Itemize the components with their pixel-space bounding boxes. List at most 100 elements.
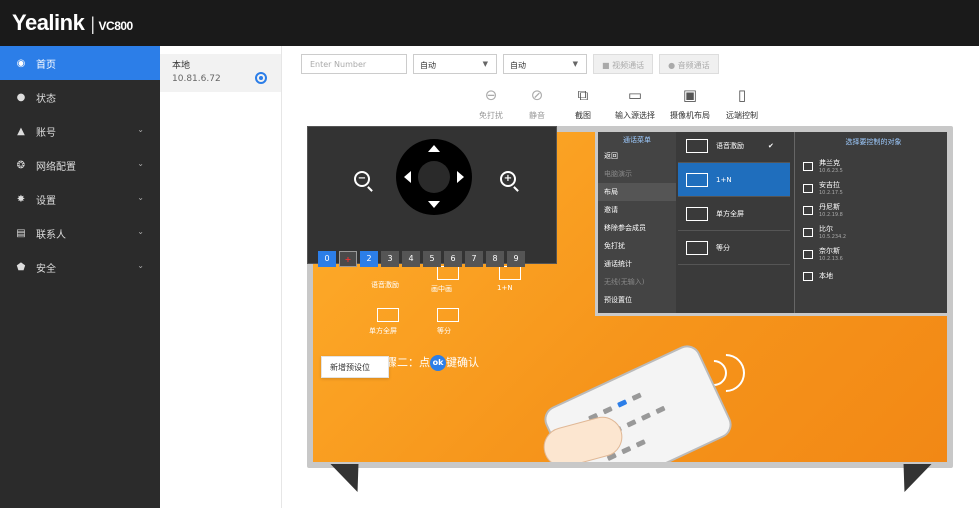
sidebar-item-label: 安全	[36, 263, 56, 275]
preset-button-5[interactable]: 5	[423, 251, 441, 267]
preset-button-0[interactable]: 0	[318, 251, 336, 267]
control-label: 截图	[575, 111, 591, 120]
sidebar-item-label: 联系人	[36, 229, 66, 241]
device-icon	[803, 183, 813, 193]
layout-item: 等分	[678, 231, 790, 265]
camera-target-icon[interactable]	[255, 72, 267, 84]
menu-item: 预设置位	[604, 296, 632, 304]
check-icon: ✔	[768, 141, 774, 150]
dnd-button[interactable]: ⊖ 免打扰	[469, 84, 513, 124]
yealink-logo: Yealink | VC800	[12, 10, 133, 35]
menu-item: 无线(无输入)	[604, 278, 645, 286]
illus-label: 单方全屏	[369, 327, 397, 335]
illus-label: 等分	[437, 327, 451, 335]
account-select[interactable]: 自动 ▼	[413, 54, 497, 74]
illus-label: 画中画	[431, 285, 452, 293]
control-label: 静音	[529, 111, 545, 120]
step-two-text: 步骤二：点 ok 键确认	[375, 355, 479, 371]
mic-icon: ●	[668, 61, 678, 70]
layout-1n-box	[499, 266, 521, 280]
sidebar-item-label: 账号	[36, 127, 56, 139]
preset-button-7[interactable]: 7	[465, 251, 483, 267]
device-ip: 10.81.6.72	[172, 74, 221, 84]
target-name: 弗兰克	[819, 159, 840, 167]
chevron-down-icon: ⌄	[137, 125, 144, 134]
preset-button-2[interactable]: 2	[360, 251, 378, 267]
device-panel: 本地 10.81.6.72	[160, 46, 282, 508]
layout-label: 单方全屏	[716, 209, 744, 218]
user-icon: ▲	[17, 125, 25, 137]
preset-button-3[interactable]: 3	[381, 251, 399, 267]
preset-button-9[interactable]: 9	[507, 251, 525, 267]
target-name: 本地	[819, 272, 833, 280]
network-icon: ❂	[16, 159, 26, 171]
layout-equal-box	[437, 308, 459, 322]
menu-item: 邀请	[604, 206, 618, 214]
zoom-out-icon[interactable]: −	[354, 171, 370, 187]
guide-illustration: 通话菜单 返回 电脑演示 布局 邀请 移除参会成员 免打扰 通话统计 无线(无输入) 预设置位 语…	[307, 126, 953, 496]
camera-layout-button[interactable]: ▣ 摄像机布局	[665, 84, 715, 124]
sidebar-item-5[interactable]: ▤ 联系人 ⌄	[0, 216, 160, 250]
layout-icon	[686, 172, 708, 187]
audio-call-button[interactable]: ● 音频通话	[659, 54, 719, 74]
video-call-button[interactable]: ■ 视频通话	[593, 54, 654, 74]
preset-button-8[interactable]: 8	[486, 251, 504, 267]
device-icon	[803, 271, 813, 281]
target-ip: 10.5.234.2	[819, 234, 847, 240]
pan-down-button[interactable]	[428, 201, 440, 208]
remote-control-icon: ▯	[737, 86, 747, 104]
contacts-icon: ▤	[16, 227, 26, 239]
layout-item: 语音激励 ✔	[678, 132, 790, 163]
layout-label: 语音激励	[716, 141, 744, 150]
device-row-local[interactable]: 本地 10.81.6.72	[160, 54, 281, 92]
chevron-down-icon: ⌄	[137, 261, 144, 270]
video-icon: ■	[602, 61, 613, 70]
number-input[interactable]: Enter Number	[301, 54, 407, 74]
sidebar-item-6[interactable]: ⬟ 安全 ⌄	[0, 250, 160, 284]
sidebar: ◉ 首页 ● 状态 ▲ 账号 ⌄ ❂ 网络配置 ⌄ ✸ 设置 ⌄ ▤ 联系人 ⌄ ⬟ 安全 ⌄	[0, 46, 160, 508]
menu-item: 免打扰	[604, 242, 625, 250]
bandwidth-select[interactable]: 自动 ▼	[503, 54, 587, 74]
call-controls: ⊖ 免打扰 ⊘ 静音 ⧉ 截图 ▭ 输入源选择 ▣ 摄像机布局 ▯ 远端控制	[469, 84, 769, 124]
pan-right-button[interactable]	[457, 171, 464, 183]
target-item: 安吉拉 10.2.17.5	[795, 177, 947, 199]
preset-buttons: 0 +2 3 4 5 6 7 8 9	[318, 251, 525, 267]
preset-button-4[interactable]: 4	[402, 251, 420, 267]
top-bar: Yealink | VC800	[0, 0, 979, 46]
layout-full-box	[377, 308, 399, 322]
sidebar-item-label: 状态	[36, 93, 56, 105]
sidebar-item-2[interactable]: ▲ 账号 ⌄	[0, 114, 160, 148]
preset-button-6[interactable]: 6	[444, 251, 462, 267]
chevron-down-icon: ▼	[482, 60, 488, 68]
target-item: 弗兰克 10.6.23.5	[795, 155, 947, 177]
mute-button[interactable]: ⊘ 静音	[515, 84, 559, 124]
target-item: 奈尔斯 10.2.13.6	[795, 243, 947, 265]
device-icon	[803, 227, 813, 237]
layout-item: 1+N	[678, 163, 790, 197]
control-label: 免打扰	[479, 111, 503, 120]
illus-label: 语音激励	[371, 281, 399, 289]
pan-up-button[interactable]	[428, 145, 440, 152]
sidebar-item-4[interactable]: ✸ 设置 ⌄	[0, 182, 160, 216]
sidebar-item-3[interactable]: ❂ 网络配置 ⌄	[0, 148, 160, 182]
sidebar-item-1[interactable]: ● 状态	[0, 80, 160, 114]
sidebar-item-0[interactable]: ◉ 首页	[0, 46, 160, 80]
add-preset-button[interactable]: +	[339, 251, 357, 267]
shield-icon: ⬟	[16, 261, 26, 273]
zoom-in-icon[interactable]: +	[500, 171, 516, 187]
dpad-center	[418, 161, 450, 193]
camera-control-panel: − + 0 +2 3 4 5 6 7 8 9	[307, 126, 557, 267]
mute-icon: ⊘	[530, 86, 544, 104]
input-source-button[interactable]: ▭ 输入源选择	[607, 84, 663, 124]
sidebar-item-label: 网络配置	[36, 161, 76, 173]
pan-left-button[interactable]	[404, 171, 411, 183]
remote-control-button[interactable]: ▯ 远端控制	[717, 84, 767, 124]
target-item: 丹尼斯 10.2.19.8	[795, 199, 947, 221]
device-icon	[803, 205, 813, 215]
screenshot-button[interactable]: ⧉ 截图	[561, 84, 605, 124]
target-item: 本地	[795, 265, 947, 287]
target-head: 选择要控制的对象	[845, 138, 902, 146]
control-label: 输入源选择	[615, 111, 655, 120]
device-icon	[803, 249, 813, 259]
screenshot-icon: ⧉	[577, 86, 589, 104]
